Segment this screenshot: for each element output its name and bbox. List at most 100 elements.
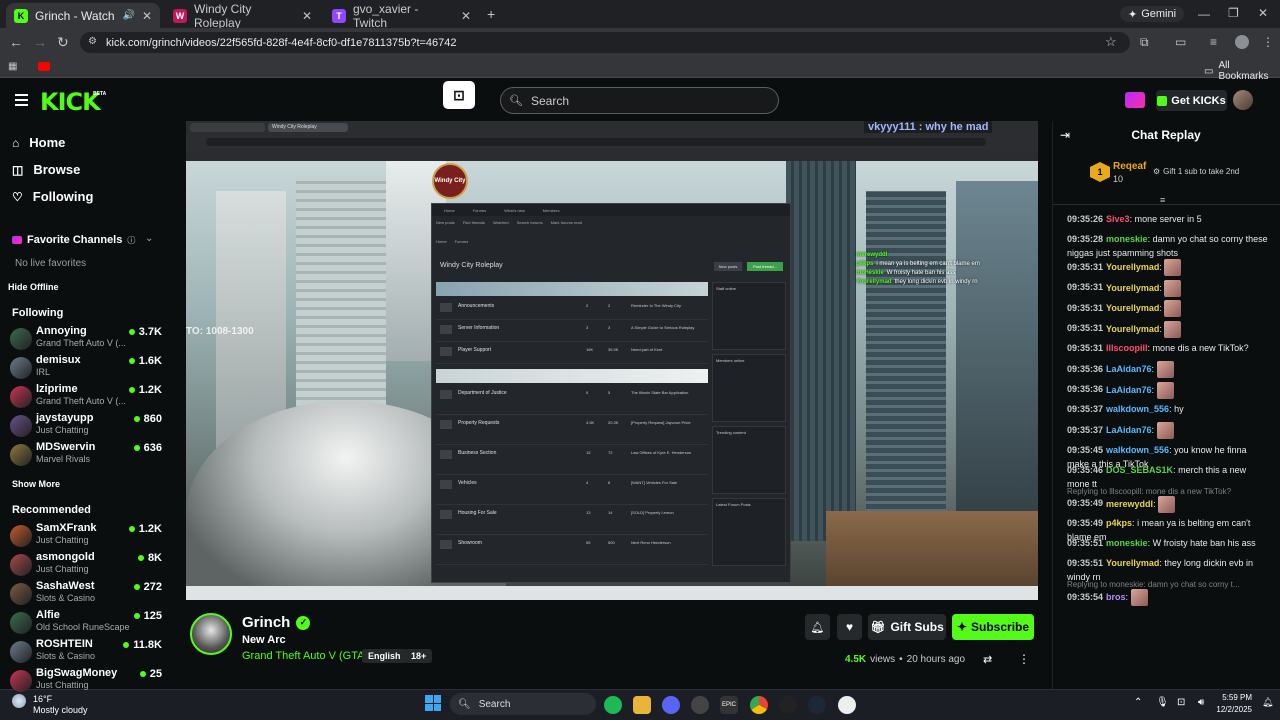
split-view-icon[interactable]: ▭ [1175, 35, 1186, 49]
epic-games-icon[interactable]: EPIC [720, 696, 738, 714]
tag-english[interactable]: English [362, 649, 407, 663]
chat-username[interactable]: LaAidan76 [1106, 425, 1152, 435]
chat-message[interactable]: 09:35:28 moneskie: damn yo chat so corny … [1067, 232, 1271, 260]
reload-button[interactable]: ↻ [57, 35, 69, 49]
spotify-icon[interactable] [604, 696, 622, 714]
chat-message[interactable]: 09:35:49 merewyddl: [1067, 495, 1271, 513]
hamburger-menu-icon[interactable] [15, 94, 28, 106]
url-bar[interactable]: ⚙ kick.com/grinch/videos/22f565fd-828f-4… [80, 32, 1130, 53]
tab-close-icon[interactable]: ✕ [142, 9, 152, 23]
search-input[interactable]: 🔍︎ Search [500, 87, 779, 114]
sidebar-channel-recommended[interactable]: ROSHTEIN Slots & Casino 11.8K [10, 638, 162, 666]
chat-message[interactable]: 09:35:31 Yourellymad: [1067, 300, 1271, 317]
app-icon[interactable] [838, 696, 856, 714]
chat-username[interactable]: Yourellymad [1106, 558, 1159, 568]
chat-message[interactable]: 09:35:31 Yourellymad: [1067, 279, 1271, 297]
notification-icon[interactable]: 🔔︎ [1262, 697, 1273, 708]
chat-message[interactable]: 09:35:37 walkdown_556: hy [1067, 402, 1271, 416]
tab-close-icon[interactable]: ✕ [461, 9, 471, 23]
reading-list-icon[interactable]: ≡ [1210, 35, 1217, 49]
app-icon[interactable] [779, 696, 797, 714]
nav-home[interactable]: ⌂ Home [12, 135, 65, 150]
pinned-gifter-name[interactable]: Reqeaf [1113, 161, 1146, 172]
steam-icon[interactable] [808, 696, 826, 714]
chat-username[interactable]: moneskie [1106, 234, 1148, 244]
volume-icon[interactable]: 🔊︎ [1198, 697, 1204, 708]
chat-username[interactable]: walkdown_556 [1106, 445, 1169, 455]
chat-message[interactable]: 09:35:31 lllscoopill: mone dis a new TikT… [1067, 341, 1271, 355]
app-icon[interactable] [691, 696, 709, 714]
clock-date[interactable]: 12/2/2025 [1208, 705, 1252, 714]
forward-button[interactable]: → [33, 35, 47, 49]
close-window-button[interactable]: ✕ [1258, 6, 1268, 20]
tab-twitch[interactable]: T gvo_xavier - Twitch ✕ [324, 2, 479, 30]
hide-offline-button[interactable]: Hide Offline [8, 282, 59, 292]
chat-message[interactable]: 09:35:31 Yourellymad: [1067, 259, 1271, 276]
chevron-down-icon[interactable]: ⌄ [145, 233, 153, 244]
minimize-button[interactable]: — [1198, 7, 1210, 21]
clip-tool-icon[interactable]: ⊡ [443, 81, 475, 109]
channel-name[interactable]: Grinch [242, 614, 290, 631]
chat-username[interactable]: Yourellymad [1106, 323, 1159, 333]
share-icon[interactable]: ⇄ [983, 653, 992, 666]
sidebar-channel-recommended[interactable]: SamXFrank Just Chatting 1.2K [10, 522, 162, 550]
network-icon[interactable]: ⊡ [1177, 697, 1185, 708]
gift-sub-prompt[interactable]: ⚙ Gift 1 sub to take 2nd [1153, 167, 1239, 176]
tab-windy-city[interactable]: W Windy City Roleplay ✕ [165, 2, 320, 30]
sidebar-channel-recommended[interactable]: asmongold Just Chatting 8K [10, 551, 162, 579]
profile-avatar[interactable] [1235, 35, 1249, 49]
chat-message[interactable]: 09:35:36 LaAidan76: [1067, 361, 1271, 378]
info-icon[interactable]: ⓘ [127, 235, 135, 246]
nav-following[interactable]: ♡ Following [12, 189, 93, 204]
chrome-icon[interactable] [750, 696, 768, 714]
kicks-store-icon[interactable] [1125, 92, 1145, 108]
kick-logo[interactable]: KICK [40, 88, 101, 116]
video-player[interactable]: Windy City Roleplay vkyyy111 : why he ma… [186, 121, 1038, 600]
sidebar-channel-following[interactable]: jaystayupp Just Chatting 860 [10, 412, 162, 440]
user-avatar[interactable] [1233, 90, 1253, 110]
category-link[interactable]: Grand Theft Auto V (GTA) [242, 650, 368, 662]
chat-username[interactable]: merewyddl [1106, 498, 1153, 508]
get-kicks-button[interactable]: Get KICKs [1156, 90, 1227, 111]
sidebar-channel-following[interactable]: demisux IRL 1.6K [10, 354, 162, 382]
sidebar-channel-recommended[interactable]: SashaWest Slots & Casino 272 [10, 580, 162, 608]
sidebar-channel-following[interactable]: MDSwervin Marvel Rivals 636 [10, 441, 162, 469]
sidebar-channel-recommended[interactable]: Alfie Old School RuneScape 125 [10, 609, 162, 637]
chat-message[interactable]: 09:35:31 Yourellymad: [1067, 320, 1271, 338]
tag-18plus[interactable]: 18+ [405, 649, 433, 663]
favorite-channels-header[interactable]: Favorite Channels ⓘ [12, 234, 135, 246]
chat-reply-context[interactable]: Replying to moneskie: damn yo chat so co… [1067, 580, 1240, 589]
chat-username[interactable]: bros [1106, 592, 1126, 602]
gemini-button[interactable]: ✦ Gemini [1120, 6, 1185, 22]
sidebar-channel-recommended[interactable]: BigSwagMoney Just Chatting 25 [10, 667, 162, 695]
follow-heart-icon[interactable]: ♥ [837, 614, 862, 640]
chat-message[interactable]: 09:35:51 moneskie: W froisty hate ban his… [1067, 536, 1271, 550]
chat-username[interactable]: walkdown_556 [1106, 404, 1169, 414]
discord-icon[interactable] [662, 696, 680, 714]
chat-message[interactable]: 09:35:37 LaAidan76: [1067, 422, 1271, 439]
tray-chevron-icon[interactable]: ⌃ [1134, 697, 1142, 708]
chat-message[interactable]: 09:35:54 bros: [1067, 589, 1271, 606]
youtube-bookmark-icon[interactable] [38, 62, 50, 71]
clock-time[interactable]: 5:59 PM [1212, 693, 1252, 702]
audio-icon[interactable]: 🔊 [122, 10, 134, 21]
chat-username[interactable]: Yourellymad [1106, 262, 1159, 272]
chat-message[interactable]: 09:35:26 Sive3: mone server in 5 [1067, 212, 1271, 226]
more-options-icon[interactable]: ⋮ [1018, 652, 1030, 666]
chat-username[interactable]: p4kps [1106, 518, 1132, 528]
all-bookmarks-button[interactable]: ▭ All Bookmarks [1204, 60, 1280, 82]
taskbar-search[interactable]: 🔍︎ Search [450, 693, 596, 715]
gift-subs-button[interactable]: 🎁︎ Gift Subs [868, 614, 946, 640]
chat-username[interactable]: moneskie [1106, 538, 1148, 548]
chat-username[interactable]: Yourellymad [1106, 282, 1159, 292]
chat-username[interactable]: LaAidan76 [1106, 364, 1152, 374]
sidebar-channel-following[interactable]: Annoying Grand Theft Auto V (... 3.7K [10, 325, 162, 353]
subscribe-button[interactable]: ✦ Subscribe [952, 614, 1034, 640]
sidebar-channel-following[interactable]: lziprime Grand Theft Auto V (... 1.2K [10, 383, 162, 411]
file-explorer-icon[interactable] [633, 696, 651, 714]
tab-grinch-kick[interactable]: K Grinch - Watch the VOD on 🔊 ✕ [6, 3, 160, 28]
new-tab-button[interactable]: + [487, 7, 495, 21]
chat-username[interactable]: LaAidan76 [1106, 384, 1152, 394]
tab-close-icon[interactable]: ✕ [302, 9, 312, 23]
apps-grid-icon[interactable]: ▦ [8, 61, 17, 72]
